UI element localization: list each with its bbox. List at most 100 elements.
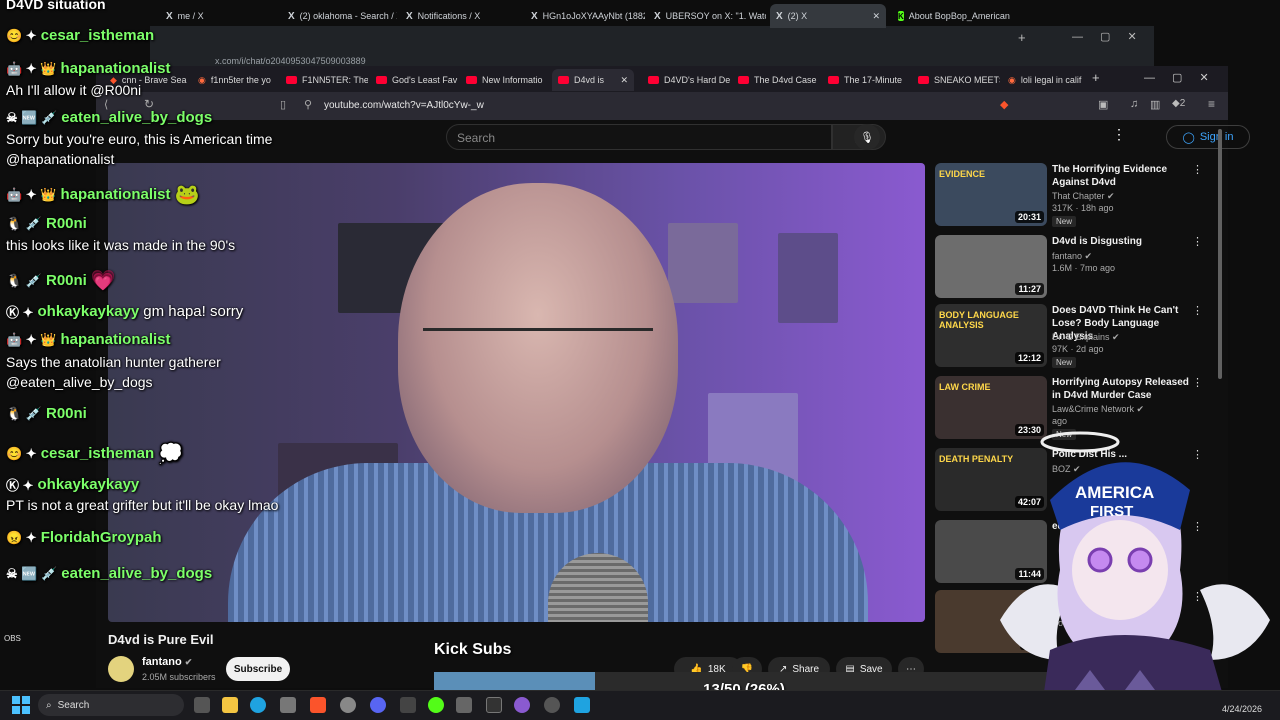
front-tab[interactable]: ◉ f1nn5ter the yo — [192, 69, 276, 91]
recommendation-menu-icon[interactable]: ⋮ — [1192, 304, 1203, 317]
settings-kebab-icon[interactable]: ⋮ — [1112, 126, 1126, 143]
app-icon[interactable] — [514, 697, 530, 713]
back-address-bar[interactable]: x.com/i/chat/o2040953047509003889 — [215, 56, 366, 66]
chat-username[interactable]: FloridahGroypah — [41, 529, 162, 546]
recommendation-menu-icon[interactable]: ⋮ — [1192, 163, 1203, 176]
chat-username[interactable]: eaten_alive_by_dogs — [61, 109, 212, 126]
menu-icon[interactable]: ≡ — [1208, 97, 1215, 111]
chat-username[interactable]: ohkaykaykayy — [38, 303, 140, 320]
chat-username[interactable]: eaten_alive_by_dogs — [61, 565, 212, 582]
chat-username[interactable]: cesar_istheman — [41, 27, 154, 44]
recommendation-title[interactable]: D4vd is Disgusting — [1052, 235, 1190, 248]
front-tab[interactable]: SNEAKO MEETS — [912, 69, 1000, 91]
taskbar-search[interactable]: ⌕ Search — [38, 694, 184, 716]
chat-username[interactable]: R00ni — [46, 215, 87, 232]
discord-icon[interactable] — [370, 697, 386, 713]
back-tab[interactable]: K About BopBop_American — [892, 4, 1012, 28]
bookmark-icon[interactable]: ▯ — [280, 98, 286, 111]
recommendation-item[interactable]: EVIDENCE 20:31 The Horrifying Evidence Aga… — [935, 163, 1205, 229]
channel-name[interactable]: fantano ✔ — [142, 656, 192, 668]
app-icon[interactable] — [574, 697, 590, 713]
site-info-icon[interactable]: ⚲ — [304, 98, 312, 111]
recommendation-channel[interactable]: That Chapter ✔ — [1052, 191, 1115, 202]
chat-badges-icon: Ⓚ ✦ — [6, 478, 34, 493]
chat-badges-icon: 🐧 💉 — [6, 405, 42, 421]
edge-icon[interactable] — [250, 697, 266, 713]
store-icon[interactable] — [280, 697, 296, 713]
desktop-icon-label[interactable]: OBS — [4, 634, 21, 643]
front-tab[interactable]: D4VD's Hard De — [642, 69, 730, 91]
kick-logo-icon: K — [898, 11, 904, 21]
window-controls[interactable]: — ▢ ✕ — [1072, 30, 1137, 43]
video-player[interactable] — [108, 163, 925, 622]
close-tab-icon[interactable]: ✕ — [620, 75, 628, 86]
sign-in-button[interactable]: ◯ Sign in — [1166, 125, 1250, 149]
address-bar-url[interactable]: youtube.com/watch?v=AJtl0cYw-_w — [324, 100, 484, 111]
recommendation-thumbnail[interactable]: EVIDENCE 20:31 — [935, 163, 1047, 226]
back-tab-active[interactable]: X (2) X ✕ — [770, 4, 886, 28]
recommendation-channel[interactable]: Dr. G Explains ✔ — [1052, 332, 1120, 343]
new-tab-icon[interactable]: + — [1018, 30, 1026, 45]
music-icon[interactable]: ♫ — [1130, 98, 1138, 110]
chat-emote-icon: 💭 — [158, 443, 184, 465]
front-tab[interactable]: The 17-Minute — [822, 69, 910, 91]
new-tab-icon[interactable]: + — [1092, 70, 1100, 85]
back-tab[interactable]: X (2) oklahoma - Search / X — [282, 4, 397, 28]
front-tab[interactable]: ◉ loli legal in calif — [1002, 69, 1092, 91]
wall-poster — [778, 233, 838, 323]
wallet-icon[interactable]: ◆2 — [1172, 98, 1185, 109]
app-icon[interactable] — [544, 697, 560, 713]
back-tab[interactable]: Xme / X — [160, 4, 280, 28]
settings-icon[interactable] — [340, 697, 356, 713]
start-icon[interactable] — [12, 696, 30, 714]
close-tab-icon[interactable]: ✕ — [872, 11, 880, 22]
thumbnail-text: LAW CRIME — [939, 382, 991, 392]
recommendation-title[interactable]: Horrifying Autopsy Released in D4vd Murd… — [1052, 376, 1190, 402]
subscribe-button[interactable]: Subscribe — [226, 657, 290, 681]
back-tab[interactable]: X Notifications / X — [400, 4, 520, 28]
front-tab[interactable]: God's Least Fav — [370, 69, 458, 91]
back-tab[interactable]: X UBERSOY on X: "1. Watch — [648, 4, 766, 28]
channel-avatar[interactable] — [108, 656, 134, 682]
search-input[interactable]: Search — [446, 124, 832, 150]
recommendation-menu-icon[interactable]: ⋮ — [1192, 376, 1203, 389]
brave-icon[interactable] — [310, 697, 326, 713]
chat-username[interactable]: ohkaykaykayy — [38, 476, 140, 493]
app-icon[interactable] — [428, 697, 444, 713]
tab-label: (2) X — [787, 11, 808, 21]
recommendation-channel[interactable]: fantano ✔ — [1052, 251, 1092, 262]
scrollbar[interactable] — [1218, 129, 1222, 379]
x-logo-icon: X — [531, 10, 538, 22]
front-tab[interactable]: F1NN5TER: The — [280, 69, 368, 91]
tab-label: SNEAKO MEETS — [934, 75, 1000, 85]
front-tab-active[interactable]: D4vd is ✕ — [552, 69, 634, 91]
app-icon[interactable] — [456, 697, 472, 713]
recommendation-title[interactable]: The Horrifying Evidence Against D4vd — [1052, 163, 1190, 189]
recommendation-channel[interactable]: Law&Crime Network ✔ — [1052, 404, 1144, 415]
recommendation-item[interactable]: BODY LANGUAGE ANALYSIS 12:12 Does D4VD Thi… — [935, 304, 1205, 370]
back-tab[interactable]: X HGn1oJoXYAAyNbt (1882 — [525, 4, 645, 28]
chat-username[interactable]: hapanationalist — [61, 60, 171, 77]
file-explorer-icon[interactable] — [222, 697, 238, 713]
chat-username[interactable]: cesar_istheman — [41, 445, 154, 462]
chat-username[interactable]: R00ni — [46, 405, 87, 422]
reader-icon[interactable]: ▣ — [1098, 98, 1108, 111]
chat-username[interactable]: R00ni — [46, 272, 87, 289]
recommendation-thumbnail[interactable]: BODY LANGUAGE ANALYSIS 12:12 — [935, 304, 1047, 367]
glasses — [423, 328, 653, 388]
sidebar-icon[interactable]: ▥ — [1150, 98, 1160, 111]
app-icon[interactable] — [400, 697, 416, 713]
recommendation-menu-icon[interactable]: ⋮ — [1192, 235, 1203, 248]
chat-username[interactable]: hapanationalist — [61, 186, 171, 203]
front-tab[interactable]: New Informatio — [460, 69, 550, 91]
recommendation-item[interactable]: 11:27 D4vd is Disgusting fantano ✔ 1.6M · 7… — [935, 235, 1205, 301]
chat-username[interactable]: hapanationalist — [61, 331, 171, 348]
window-controls[interactable]: — ▢ ✕ — [1144, 71, 1209, 84]
app-icon[interactable] — [486, 697, 502, 713]
front-tab[interactable]: The D4vd Case — [732, 69, 820, 91]
microphone-icon: 🎙 — [860, 131, 874, 144]
recommendation-thumbnail[interactable]: 11:27 — [935, 235, 1047, 298]
brave-shield-icon[interactable]: ◆ — [1000, 98, 1008, 111]
task-view-icon[interactable] — [194, 697, 210, 713]
voice-search-button[interactable]: 🎙 — [854, 124, 880, 150]
